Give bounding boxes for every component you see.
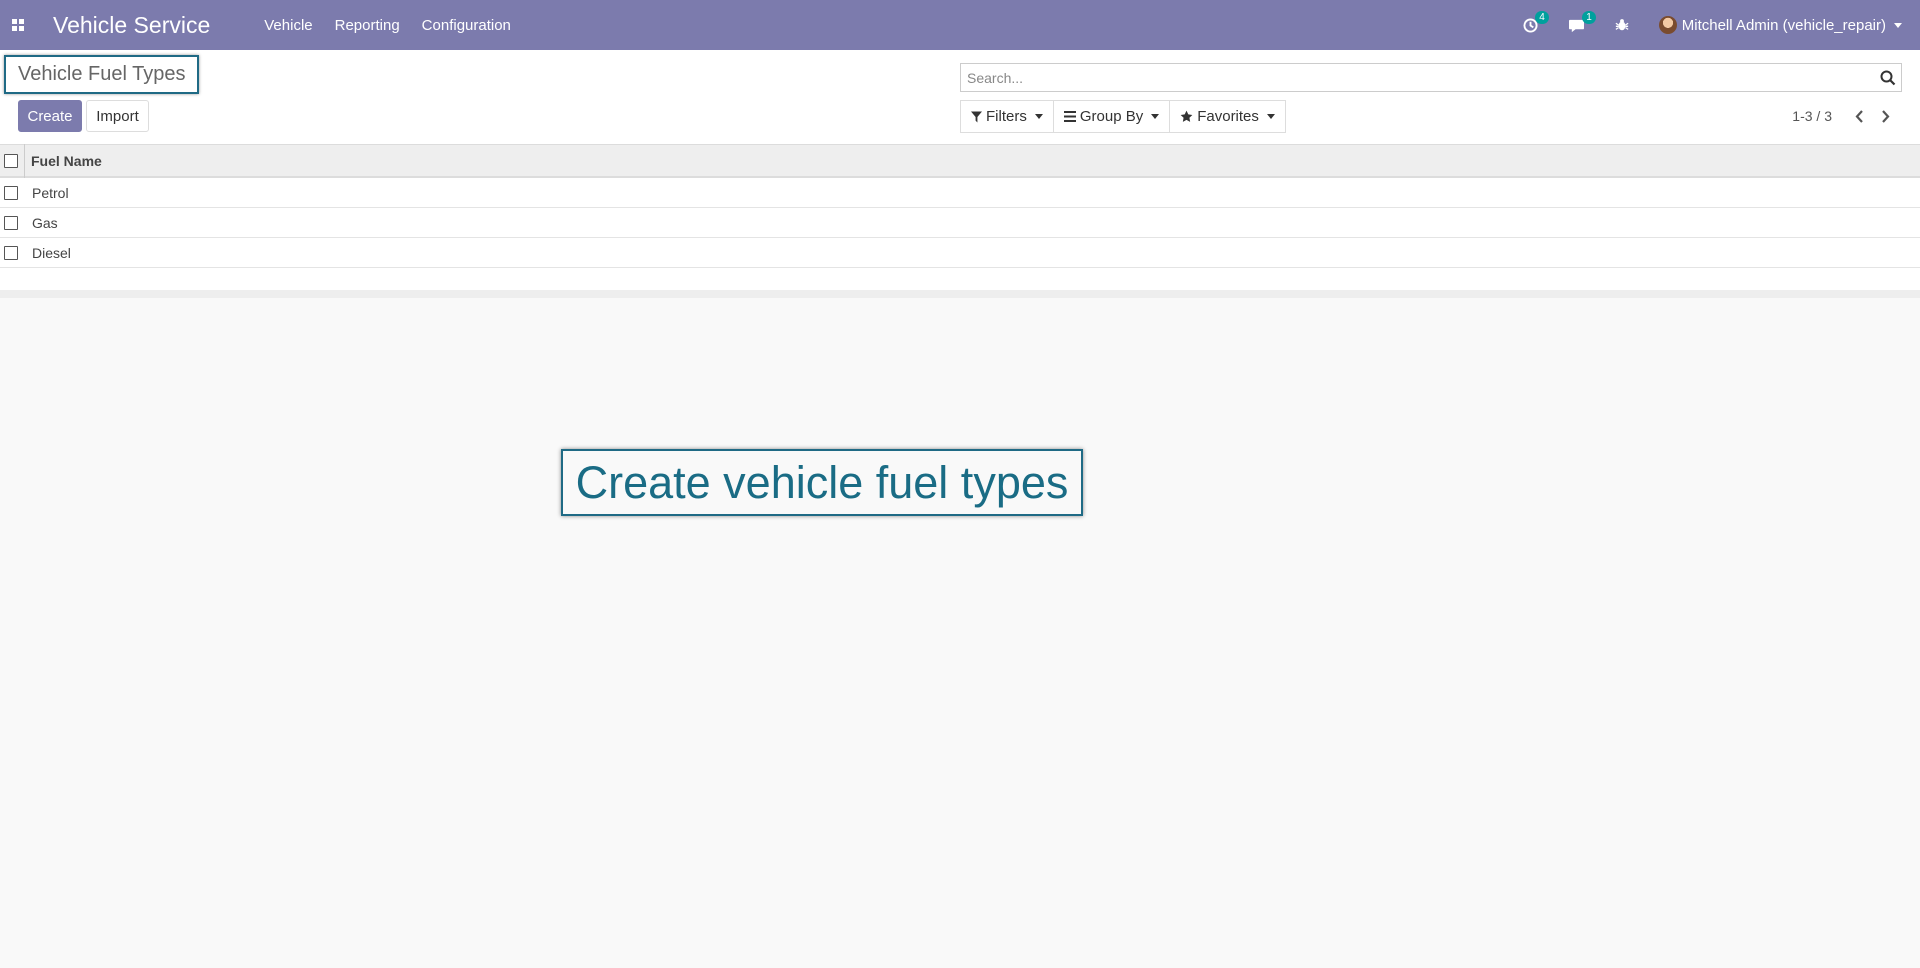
menu-item-vehicle[interactable]: Vehicle [264, 17, 312, 34]
previous-page-icon[interactable] [1846, 109, 1872, 123]
select-all-checkbox[interactable] [4, 153, 18, 168]
table-row[interactable]: Petrol [0, 178, 1920, 208]
bug-icon [1615, 19, 1629, 31]
list-icon [1063, 111, 1076, 122]
table-empty-row [0, 268, 1920, 298]
column-header-fuel-name[interactable]: Fuel Name [24, 143, 102, 178]
top-navbar: Vehicle Service Vehicle Reporting Config… [0, 0, 1920, 50]
app-title[interactable]: Vehicle Service [53, 12, 210, 39]
apps-menu-icon[interactable] [0, 0, 36, 50]
annotation-callout: Create vehicle fuel types [561, 449, 1083, 516]
search-icon[interactable] [1875, 70, 1901, 86]
pager-value[interactable]: 1-3 / 3 [1792, 108, 1832, 124]
debug-button[interactable] [1615, 18, 1629, 32]
next-page-icon[interactable] [1872, 109, 1898, 123]
import-button[interactable]: Import [86, 100, 149, 132]
search-input[interactable] [967, 69, 1875, 86]
user-name: Mitchell Admin (vehicle_repair) [1681, 16, 1886, 34]
breadcrumb-title: Vehicle Fuel Types [4, 55, 199, 94]
row-checkbox[interactable] [4, 245, 18, 260]
favorites-dropdown[interactable]: Favorites [1169, 100, 1286, 133]
chevron-down-icon [1266, 114, 1275, 119]
pager: 1-3 / 3 [1792, 100, 1898, 132]
search-bar [960, 63, 1902, 92]
chevron-down-icon [1034, 114, 1043, 119]
control-panel: Vehicle Fuel Types Create Import Filters… [0, 50, 1920, 144]
filters-dropdown[interactable]: Filters [960, 100, 1054, 133]
fuel-name-cell: Petrol [32, 184, 69, 201]
fuel-name-cell: Diesel [32, 244, 71, 261]
activity-button[interactable]: 4 [1523, 10, 1549, 33]
activity-count-badge: 4 [1535, 10, 1549, 24]
row-checkbox[interactable] [4, 215, 18, 230]
favorites-label: Favorites [1197, 108, 1259, 125]
menu-item-reporting[interactable]: Reporting [335, 17, 400, 34]
fuel-name-cell: Gas [32, 214, 58, 231]
table-row[interactable]: Diesel [0, 238, 1920, 268]
menu-item-configuration[interactable]: Configuration [422, 17, 511, 34]
message-count-badge: 1 [1582, 10, 1596, 24]
avatar [1658, 16, 1677, 34]
groupby-label: Group By [1079, 108, 1144, 125]
search-options: Filters Group By Favorites [960, 100, 1286, 133]
table-header: Fuel Name [0, 143, 1920, 178]
messages-button[interactable]: 1 [1568, 10, 1596, 33]
chevron-down-icon [1894, 22, 1902, 28]
groupby-dropdown[interactable]: Group By [1052, 100, 1171, 133]
table-row[interactable]: Gas [0, 208, 1920, 238]
chevron-down-icon [1151, 114, 1160, 119]
fuel-types-list: Fuel Name Petrol Gas Diesel [0, 143, 1920, 298]
star-icon [1180, 110, 1193, 122]
filter-icon [971, 111, 982, 122]
row-checkbox[interactable] [4, 185, 18, 200]
create-button[interactable]: Create [18, 100, 82, 132]
user-menu[interactable]: Mitchell Admin (vehicle_repair) [1658, 16, 1902, 34]
filters-label: Filters [986, 108, 1027, 125]
